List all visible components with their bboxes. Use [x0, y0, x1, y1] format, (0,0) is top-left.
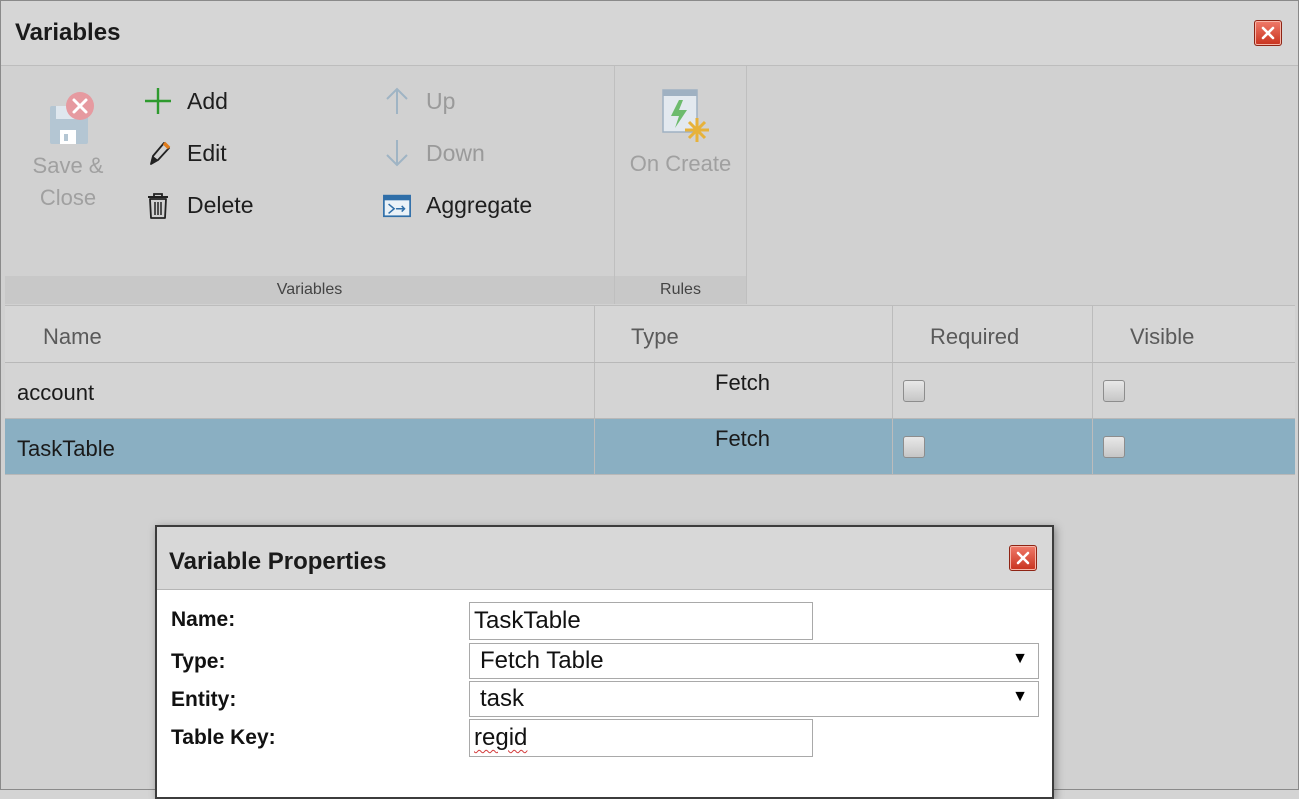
cell-required — [893, 419, 1093, 474]
dialog-title: Variable Properties — [169, 548, 387, 575]
table-row[interactable]: account Fetch — [5, 363, 1295, 419]
pencil-icon — [143, 138, 173, 168]
aggregate-icon — [382, 190, 412, 220]
variables-window: Variables Save & Close Add Edit Delete U… — [0, 0, 1299, 799]
floppy-disk-icon — [50, 92, 94, 144]
save-close-button[interactable]: Save & Close — [23, 88, 113, 214]
visible-checkbox[interactable] — [1103, 436, 1125, 458]
group-label-variables: Variables — [5, 276, 614, 304]
edit-button[interactable]: Edit — [143, 138, 227, 168]
cell-name: TaskTable — [5, 419, 595, 474]
column-header-visible[interactable]: Visible — [1093, 306, 1295, 362]
column-header-required[interactable]: Required — [893, 306, 1093, 362]
table-key-label: Table Key: — [171, 726, 276, 749]
window-title-bar: Variables — [1, 1, 1298, 66]
dialog-title-bar: Variable Properties — [157, 527, 1052, 590]
required-checkbox[interactable] — [903, 380, 925, 402]
variable-properties-dialog: Variable Properties Name: TaskTable Type… — [155, 525, 1054, 799]
edit-label: Edit — [187, 139, 227, 166]
window-close-button[interactable] — [1254, 20, 1282, 46]
up-button[interactable]: Up — [382, 86, 455, 116]
cell-required — [893, 363, 1093, 418]
table-row[interactable]: TaskTable Fetch — [5, 419, 1295, 475]
trash-icon — [143, 190, 173, 220]
save-close-label-line2: Close — [39, 185, 97, 210]
window-title: Variables — [15, 19, 121, 46]
aggregate-button[interactable]: Aggregate — [382, 190, 532, 220]
grid-header-row: Name Type Required Visible — [5, 305, 1295, 363]
plus-icon — [143, 86, 173, 116]
column-header-type[interactable]: Type — [595, 306, 893, 362]
aggregate-label: Aggregate — [426, 191, 533, 218]
required-checkbox[interactable] — [903, 436, 925, 458]
chevron-down-icon: ▼ — [1012, 650, 1028, 667]
group-label-rules: Rules — [615, 276, 746, 304]
on-create-button[interactable]: On Create — [615, 84, 746, 180]
name-label: Name: — [171, 608, 236, 631]
arrow-down-icon — [382, 138, 412, 168]
cell-name: account — [5, 363, 595, 418]
column-header-name[interactable]: Name — [5, 306, 595, 362]
add-label: Add — [187, 87, 228, 114]
cell-type: Fetch — [595, 363, 893, 418]
variables-grid: Name Type Required Visible account Fetch — [5, 305, 1295, 475]
save-close-label-line1: Save & — [32, 153, 104, 178]
dialog-close-button[interactable] — [1009, 545, 1037, 571]
chevron-down-icon: ▼ — [1012, 688, 1028, 705]
on-create-rule-icon — [661, 89, 709, 142]
down-button[interactable]: Down — [382, 138, 485, 168]
on-create-label: On Create — [629, 151, 732, 176]
close-icon — [1261, 26, 1275, 40]
ribbon-group-variables: Save & Close Add Edit Delete Up Down Agg… — [5, 66, 615, 304]
close-icon — [1016, 551, 1030, 565]
cell-visible — [1093, 363, 1295, 418]
type-select[interactable]: Fetch Table ▼ — [469, 643, 1039, 679]
down-label: Down — [426, 139, 485, 166]
delete-label: Delete — [187, 191, 254, 218]
ribbon: Save & Close Add Edit Delete Up Down Agg… — [5, 66, 1295, 304]
arrow-up-icon — [382, 86, 412, 116]
delete-button[interactable]: Delete — [143, 190, 253, 220]
type-label: Type: — [171, 650, 226, 673]
name-field[interactable]: TaskTable — [469, 602, 813, 640]
up-label: Up — [426, 87, 456, 114]
entity-select[interactable]: task ▼ — [469, 681, 1039, 717]
entity-label: Entity: — [171, 688, 237, 711]
table-key-field[interactable]: regid — [469, 719, 813, 757]
ribbon-group-rules: On Create Rules — [615, 66, 747, 304]
cell-type: Fetch — [595, 419, 893, 474]
add-button[interactable]: Add — [143, 86, 228, 116]
visible-checkbox[interactable] — [1103, 380, 1125, 402]
cell-visible — [1093, 419, 1295, 474]
